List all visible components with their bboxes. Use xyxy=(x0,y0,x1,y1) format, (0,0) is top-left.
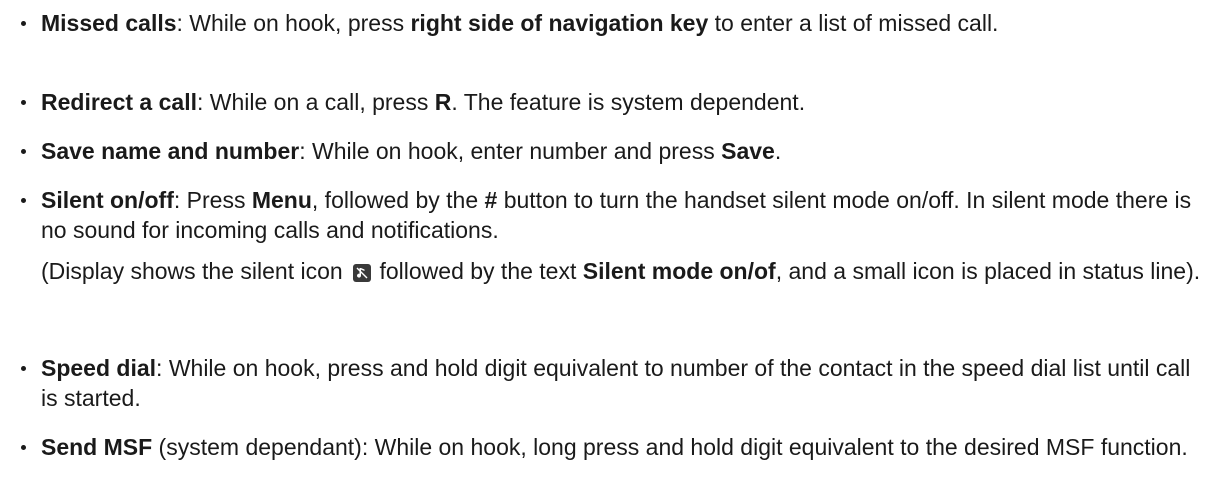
item-term: Send MSF xyxy=(41,434,153,460)
bullet xyxy=(21,100,26,105)
item-text: Speed dial: While on hook, press and hol… xyxy=(41,355,1191,411)
bullet xyxy=(21,21,26,26)
item-text: Send MSF (system dependant): While on ho… xyxy=(41,434,1188,460)
bullet xyxy=(21,366,26,371)
item-text: Save name and number: While on hook, ent… xyxy=(41,138,782,164)
silent-mode-note: (Display shows the silent icon followed … xyxy=(41,258,1201,284)
item-term: Redirect a call xyxy=(41,89,197,115)
bullet xyxy=(21,149,26,154)
bullet xyxy=(21,445,26,450)
item-text: Missed calls: While on hook, press right… xyxy=(41,10,999,36)
bullet xyxy=(21,198,26,203)
item-term: Save name and number xyxy=(41,138,300,164)
item-text: Redirect a call: While on a call, press … xyxy=(41,89,806,115)
item-term: Silent on/off xyxy=(41,187,174,213)
item-term: Missed calls xyxy=(41,10,177,36)
silent-icon xyxy=(353,264,372,282)
item-text: Silent on/off: Press Menu, followed by t… xyxy=(41,187,1192,243)
document-page: Missed calls: While on hook, press right… xyxy=(0,0,1211,502)
item-term: Speed dial xyxy=(41,355,157,381)
